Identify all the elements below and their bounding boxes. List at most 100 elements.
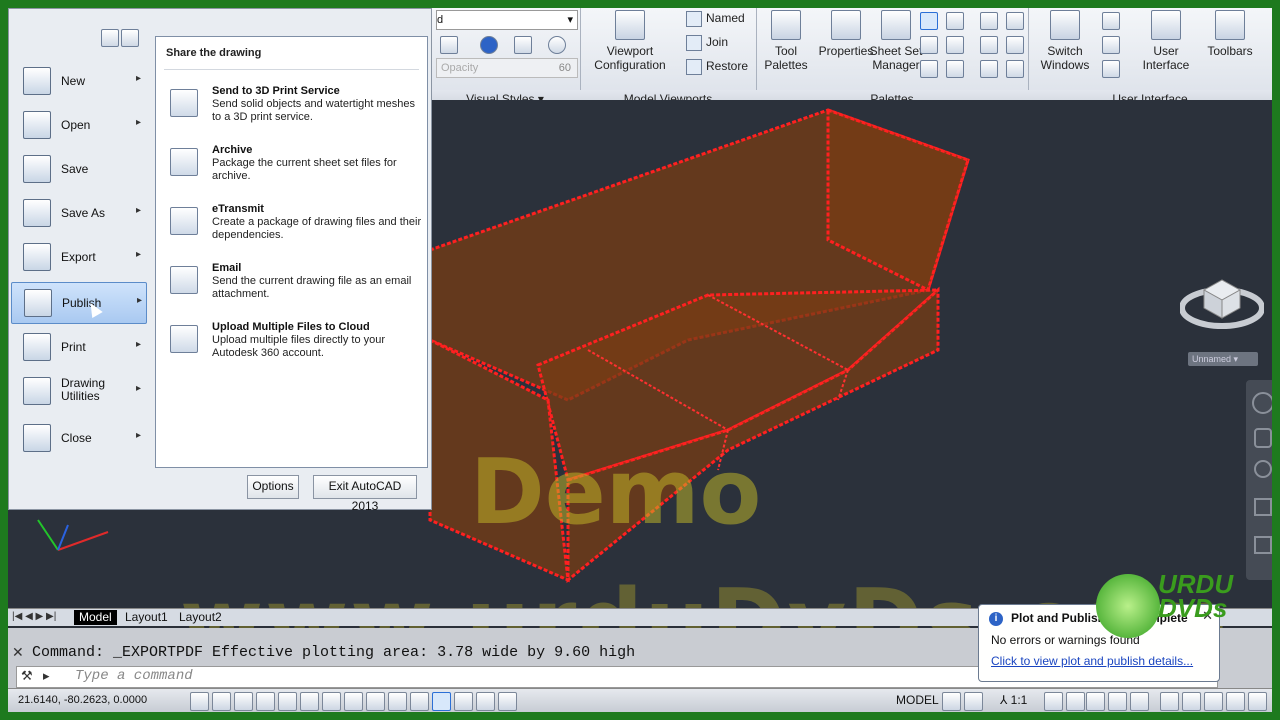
- recent-commands-icon[interactable]: ▸: [43, 668, 50, 684]
- named-button[interactable]: Named: [686, 8, 745, 28]
- status-menu-icon[interactable]: [1226, 692, 1245, 711]
- steering-wheel-icon[interactable]: [1252, 392, 1274, 414]
- share-item-title: Send to 3D Print Service: [212, 85, 340, 97]
- sphere-icon[interactable]: [480, 36, 498, 54]
- render-icon[interactable]: [440, 36, 458, 54]
- otrack-icon[interactable]: [344, 692, 363, 711]
- osnap-icon[interactable]: [300, 692, 319, 711]
- quick-view-layouts-icon[interactable]: [942, 692, 961, 711]
- lock-icon[interactable]: [1108, 692, 1127, 711]
- auto-scale-icon[interactable]: [1066, 692, 1085, 711]
- zoom-icon[interactable]: [1254, 460, 1272, 478]
- palette-icon[interactable]: [946, 12, 964, 30]
- join-button[interactable]: Join: [686, 32, 728, 52]
- palette-icon[interactable]: [1006, 60, 1024, 78]
- menu-item-save[interactable]: Save: [11, 149, 145, 189]
- palette-icon[interactable]: [1006, 12, 1024, 30]
- palette-icon[interactable]: [1006, 36, 1024, 54]
- share-heading: Share the drawing: [166, 47, 262, 59]
- tile-horizontal-icon[interactable]: [1102, 12, 1120, 30]
- menu-item-publish[interactable]: Publish ▸: [11, 282, 147, 324]
- 3d-print-icon: [170, 89, 198, 117]
- model-space-toggle[interactable]: MODEL: [896, 693, 939, 707]
- menu-item-label: Open: [61, 118, 91, 132]
- palette-icon[interactable]: [980, 12, 998, 30]
- tab-layout1[interactable]: Layout1: [120, 610, 173, 625]
- close-icon[interactable]: ✕: [12, 644, 24, 661]
- exit-autocad-button[interactable]: Exit AutoCAD 2013: [313, 475, 417, 513]
- options-button[interactable]: Options: [247, 475, 299, 499]
- plot-status-icon[interactable]: [1160, 692, 1179, 711]
- window-frame-left: [0, 0, 8, 720]
- viewport-configuration-button[interactable]: Viewport Configuration: [588, 10, 672, 72]
- tab-model[interactable]: Model: [74, 610, 117, 625]
- lightbulb-icon[interactable]: [1204, 692, 1223, 711]
- palette-icon[interactable]: [946, 60, 964, 78]
- sheet-set-icon: [881, 10, 911, 40]
- share-item-upload-cloud[interactable]: Upload Multiple Files to Cloud Upload mul…: [166, 321, 421, 376]
- ucs-dropdown[interactable]: Unnamed ▾: [1188, 352, 1258, 366]
- tab-nav-arrows-icon[interactable]: |◀ ◀ ▶ ▶|: [12, 611, 56, 622]
- logo-disc: [1096, 574, 1160, 638]
- share-item-email[interactable]: Email Send the current drawing file as an…: [166, 262, 421, 317]
- share-item-3d-print[interactable]: Send to 3D Print Service Send solid objec…: [166, 85, 421, 140]
- tab-layout2[interactable]: Layout2: [174, 610, 227, 625]
- palette-icon[interactable]: [980, 36, 998, 54]
- toolbars-button[interactable]: Toolbars: [1200, 10, 1260, 58]
- palette-toggle-icon[interactable]: [920, 12, 938, 30]
- palette-icon[interactable]: [920, 36, 938, 54]
- chevron-right-icon: ▸: [135, 383, 141, 394]
- annotation-visibility-icon[interactable]: [1044, 692, 1063, 711]
- pan-icon[interactable]: [1254, 428, 1272, 448]
- ortho-icon[interactable]: [256, 692, 275, 711]
- coordinates-readout[interactable]: 21.6140, -80.2623, 0.0000: [18, 694, 147, 706]
- viewcube[interactable]: [1179, 260, 1265, 334]
- divider: [164, 69, 419, 70]
- restore-button[interactable]: Restore: [686, 56, 748, 76]
- infer-constraints-icon[interactable]: [190, 692, 209, 711]
- ducs-icon[interactable]: [366, 692, 385, 711]
- showmotion-icon[interactable]: [1254, 536, 1272, 554]
- menu-item-new[interactable]: New ▸: [11, 61, 145, 101]
- palette-icon[interactable]: [980, 60, 998, 78]
- quick-view-drawings-icon[interactable]: [964, 692, 983, 711]
- menu-item-export[interactable]: Export ▸: [11, 237, 145, 277]
- lineweight-icon[interactable]: [410, 692, 429, 711]
- 3d-osnap-icon[interactable]: [322, 692, 341, 711]
- wrench-icon[interactable]: ⚒: [21, 668, 33, 684]
- share-item-etransmit[interactable]: eTransmit Create a package of drawing fil…: [166, 203, 421, 258]
- share-item-title: Archive: [212, 144, 253, 156]
- annotation-scale[interactable]: ⅄ 1:1: [1000, 693, 1027, 707]
- polar-icon[interactable]: [278, 692, 297, 711]
- user-interface-button[interactable]: User Interface: [1134, 10, 1198, 72]
- tile-vertical-icon[interactable]: [1102, 36, 1120, 54]
- quick-properties-icon[interactable]: [454, 692, 473, 711]
- clean-screen-icon[interactable]: [1248, 692, 1267, 711]
- material-icon[interactable]: [548, 36, 566, 54]
- dyn-icon[interactable]: [388, 692, 407, 711]
- hardware-acceleration-icon[interactable]: [1130, 692, 1149, 711]
- menu-item-drawing-utilities[interactable]: Drawing Utilities ▸: [11, 371, 145, 411]
- plot-details-link[interactable]: Click to view plot and publish details..…: [991, 654, 1193, 668]
- snap-icon[interactable]: [212, 692, 231, 711]
- transparency-icon[interactable]: [432, 692, 451, 711]
- visual-style-combo[interactable]: d ▾: [436, 10, 578, 30]
- annotation-monitor-icon[interactable]: [498, 692, 517, 711]
- palette-icon[interactable]: [920, 60, 938, 78]
- menu-item-close[interactable]: Close ▸: [11, 418, 145, 458]
- menu-item-print[interactable]: Print ▸: [11, 327, 145, 367]
- grid-icon[interactable]: [234, 692, 253, 711]
- menu-item-save-as[interactable]: Save As ▸: [11, 193, 145, 233]
- switch-windows-button[interactable]: Switch Windows: [1034, 10, 1096, 72]
- workspace-switching-icon[interactable]: [1086, 692, 1105, 711]
- selection-cycling-icon[interactable]: [476, 692, 495, 711]
- orbit-icon[interactable]: [1254, 498, 1272, 516]
- lighting-icon[interactable]: [514, 36, 532, 54]
- isolate-objects-icon[interactable]: [1182, 692, 1201, 711]
- menu-item-open[interactable]: Open ▸: [11, 105, 145, 145]
- cascade-icon[interactable]: [1102, 60, 1120, 78]
- share-item-archive[interactable]: Archive Package the current sheet set fil…: [166, 144, 421, 199]
- palette-icon[interactable]: [946, 36, 964, 54]
- opacity-slider[interactable]: Opacity 60: [436, 58, 578, 78]
- share-item-desc: Upload multiple files directly to your A…: [212, 334, 386, 359]
